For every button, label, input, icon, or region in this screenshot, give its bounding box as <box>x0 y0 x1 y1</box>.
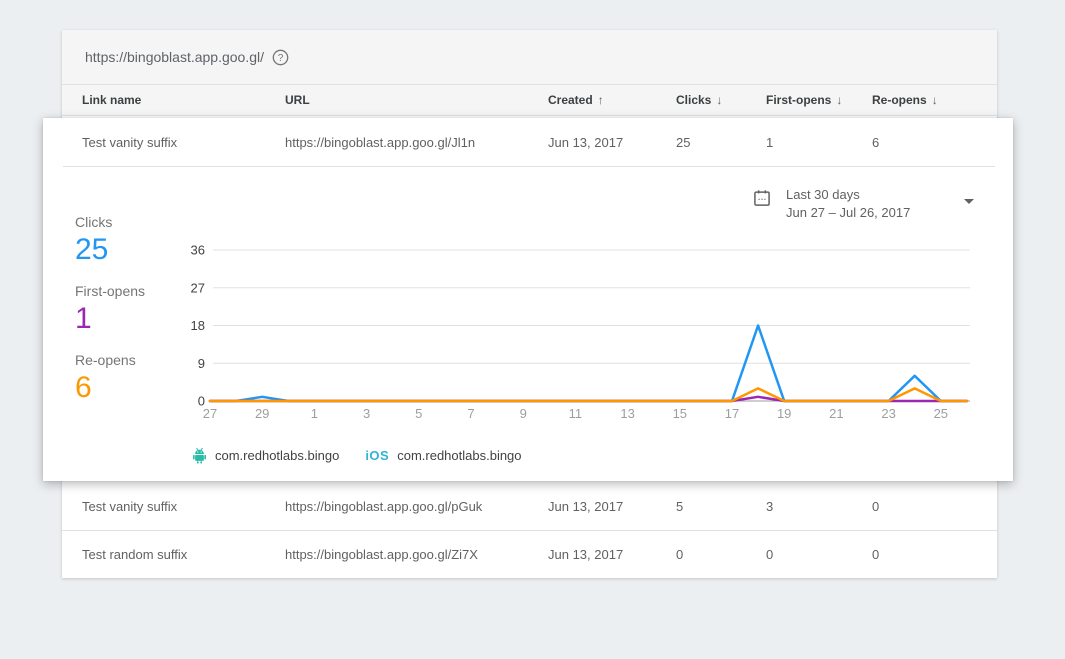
divider <box>63 166 995 167</box>
ios-icon: iOS <box>365 448 389 463</box>
svg-text:3: 3 <box>363 406 370 421</box>
column-header-link-name[interactable]: Link name <box>82 85 141 115</box>
svg-text:27: 27 <box>191 280 205 295</box>
chevron-down-icon[interactable] <box>964 199 974 204</box>
table-row[interactable]: Test vanity suffix https://bingoblast.ap… <box>62 482 997 530</box>
date-range-dates: Jun 27 – Jul 26, 2017 <box>786 205 910 220</box>
column-header-url[interactable]: URL <box>285 85 310 115</box>
cell-first-opens: 1 <box>766 118 773 166</box>
cell-link-name: Test vanity suffix <box>82 118 177 166</box>
card-header: https://bingoblast.app.goo.gl/ ? <box>62 30 997 85</box>
base-url-text: https://bingoblast.app.goo.gl/ <box>85 49 264 65</box>
sort-desc-icon: ↓ <box>836 93 842 107</box>
column-header-clicks[interactable]: Clicks ↓ <box>676 85 722 115</box>
svg-text:15: 15 <box>673 406 687 421</box>
svg-text:11: 11 <box>569 406 583 421</box>
stat-value-re-opens: 6 <box>75 371 145 405</box>
sort-desc-icon: ↓ <box>932 93 938 107</box>
cell-clicks: 25 <box>676 118 690 166</box>
svg-text:27: 27 <box>203 406 217 421</box>
svg-text:29: 29 <box>255 406 269 421</box>
expanded-table-row[interactable]: Test vanity suffix https://bingoblast.ap… <box>62 118 1013 166</box>
date-range-preset: Last 30 days <box>786 187 860 202</box>
legend-item-android: com.redhotlabs.bingo <box>192 447 339 464</box>
svg-text:13: 13 <box>620 406 634 421</box>
table-header-row: Link name URL Created ↑ Clicks ↓ First-o… <box>62 85 997 116</box>
cell-clicks: 0 <box>676 531 683 578</box>
svg-text:7: 7 <box>467 406 474 421</box>
dynamic-links-page: https://bingoblast.app.goo.gl/ ? Link na… <box>0 0 1065 659</box>
cell-re-opens: 6 <box>872 118 879 166</box>
svg-text:?: ? <box>278 53 284 64</box>
cell-clicks: 5 <box>676 482 683 530</box>
column-header-re-opens[interactable]: Re-opens ↓ <box>872 85 938 115</box>
column-header-first-opens[interactable]: First-opens ↓ <box>766 85 842 115</box>
stat-label-clicks: Clicks <box>75 214 145 230</box>
svg-text:9: 9 <box>198 356 205 371</box>
svg-text:5: 5 <box>415 406 422 421</box>
cell-created: Jun 13, 2017 <box>548 482 623 530</box>
android-icon <box>192 447 207 464</box>
stats-summary: Clicks 25 First-opens 1 Re-opens 6 <box>75 214 145 421</box>
cell-re-opens: 0 <box>872 482 879 530</box>
cell-first-opens: 0 <box>766 531 773 578</box>
link-rows: Test vanity suffix https://bingoblast.ap… <box>62 482 997 578</box>
sort-desc-icon: ↓ <box>716 93 722 107</box>
cell-link-name: Test random suffix <box>82 531 187 578</box>
cell-url: https://bingoblast.app.goo.gl/Jl1n <box>285 118 475 166</box>
expanded-link-panel: Test vanity suffix https://bingoblast.ap… <box>43 118 1013 481</box>
stat-label-first-opens: First-opens <box>75 283 145 299</box>
analytics-chart-area: 091827362729135791113151719212325 <box>183 238 989 433</box>
sort-asc-icon: ↑ <box>598 93 604 107</box>
calendar-icon <box>752 188 772 213</box>
svg-text:25: 25 <box>934 406 948 421</box>
table-row[interactable]: Test random suffix https://bingoblast.ap… <box>62 530 997 578</box>
column-header-created[interactable]: Created ↑ <box>548 85 604 115</box>
legend-label: com.redhotlabs.bingo <box>215 448 339 463</box>
svg-text:9: 9 <box>520 406 527 421</box>
cell-url: https://bingoblast.app.goo.gl/Zi7X <box>285 531 478 578</box>
svg-text:19: 19 <box>777 406 791 421</box>
stat-value-clicks: 25 <box>75 233 145 267</box>
svg-text:18: 18 <box>191 318 205 333</box>
legend-item-ios: iOS com.redhotlabs.bingo <box>365 448 521 463</box>
svg-text:17: 17 <box>725 406 739 421</box>
stat-label-re-opens: Re-opens <box>75 352 145 368</box>
svg-text:1: 1 <box>311 406 318 421</box>
svg-text:36: 36 <box>191 243 205 258</box>
cell-created: Jun 13, 2017 <box>548 531 623 578</box>
legend-label: com.redhotlabs.bingo <box>397 448 521 463</box>
date-range-selector[interactable]: Last 30 days Jun 27 – Jul 26, 2017 <box>752 186 910 222</box>
cell-re-opens: 0 <box>872 531 879 578</box>
chart-legend: com.redhotlabs.bingo iOS com.redhotlabs.… <box>192 447 522 464</box>
svg-text:21: 21 <box>829 406 843 421</box>
cell-url: https://bingoblast.app.goo.gl/pGuk <box>285 482 482 530</box>
help-icon[interactable]: ? <box>272 49 289 66</box>
cell-created: Jun 13, 2017 <box>548 118 623 166</box>
cell-first-opens: 3 <box>766 482 773 530</box>
cell-link-name: Test vanity suffix <box>82 482 177 530</box>
analytics-chart: 091827362729135791113151719212325 <box>183 238 989 428</box>
date-range-text: Last 30 days Jun 27 – Jul 26, 2017 <box>786 186 910 222</box>
svg-text:23: 23 <box>881 406 895 421</box>
stat-value-first-opens: 1 <box>75 302 145 336</box>
